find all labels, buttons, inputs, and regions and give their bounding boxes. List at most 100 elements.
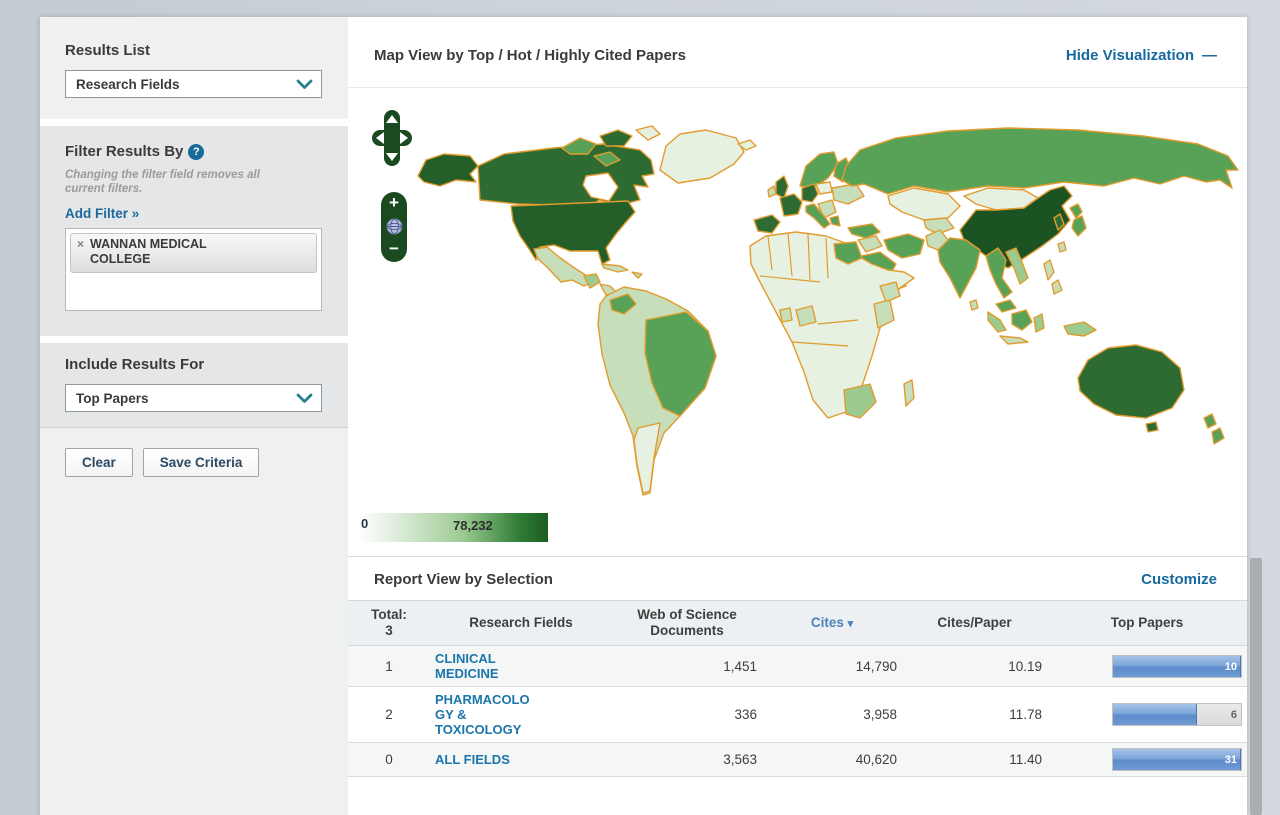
- country-kazakhstan[interactable]: [888, 188, 960, 220]
- remove-filter-icon[interactable]: ×: [77, 237, 84, 252]
- wos-docs-cell: 336: [612, 687, 762, 743]
- field-link[interactable]: PHARMACOLOGY & TOXICOLOGY: [435, 692, 535, 737]
- include-results-dropdown[interactable]: Top Papers: [65, 384, 322, 412]
- cites-cell: 3,958: [762, 687, 902, 743]
- country-alaska[interactable]: [418, 154, 478, 186]
- country-greenland[interactable]: [660, 130, 744, 183]
- east-africa[interactable]: [874, 300, 894, 328]
- hide-visualization-link[interactable]: Hide Visualization—: [1066, 47, 1217, 64]
- pan-up-icon[interactable]: [386, 115, 398, 123]
- country-new-zealand[interactable]: [1204, 414, 1224, 444]
- top-papers-value: 10: [1225, 660, 1237, 675]
- top-papers-value: 31: [1225, 753, 1237, 768]
- include-results-title: Include Results For: [65, 356, 322, 373]
- results-list-title: Results List: [65, 42, 322, 59]
- zoom-in-button[interactable]: +: [389, 194, 399, 212]
- clear-button[interactable]: Clear: [65, 448, 133, 477]
- actions-section: Clear Save Criteria: [40, 428, 348, 815]
- report-header: Report View by Selection Customize: [348, 557, 1247, 600]
- customize-link[interactable]: Customize: [1141, 571, 1217, 588]
- country-uk[interactable]: [776, 176, 788, 198]
- column-top-papers[interactable]: Top Papers: [1047, 601, 1247, 646]
- country-germany[interactable]: [802, 184, 818, 202]
- filter-note: Changing the filter field removes all cu…: [65, 168, 295, 196]
- country-usa[interactable]: [511, 201, 635, 264]
- country-australia[interactable]: [1078, 345, 1184, 418]
- pan-right-icon[interactable]: [400, 132, 408, 144]
- results-list-section: Results List Research Fields: [40, 17, 348, 119]
- country-india[interactable]: [938, 238, 980, 298]
- southeast-asia[interactable]: [970, 242, 1096, 344]
- country-nigeria[interactable]: [796, 306, 816, 326]
- map-region: + − 0 78,232: [348, 88, 1247, 557]
- help-icon[interactable]: ?: [188, 144, 204, 160]
- cites-cell: 40,620: [762, 743, 902, 777]
- field-cell: CLINICAL MEDICINE: [430, 646, 612, 687]
- section-divider: [40, 336, 348, 343]
- sort-desc-icon: ▾: [848, 618, 854, 630]
- report-table: Total:3 Research Fields Web of Science D…: [348, 600, 1247, 777]
- map-pan-control[interactable]: [372, 110, 412, 166]
- top-papers-bar: 31: [1112, 748, 1242, 771]
- country-ireland[interactable]: [768, 186, 776, 197]
- map-legend: 0 78,232: [358, 513, 548, 542]
- save-criteria-button[interactable]: Save Criteria: [143, 448, 260, 477]
- wos-docs-cell: 1,451: [612, 646, 762, 687]
- top-papers-value: 6: [1231, 708, 1237, 723]
- total-header: Total:3: [348, 601, 430, 646]
- legend-min-value: 0: [361, 516, 368, 531]
- rank-cell: 2: [348, 687, 430, 743]
- vertical-scrollbar[interactable]: [1250, 558, 1262, 815]
- wos-docs-cell: 3,563: [612, 743, 762, 777]
- add-filter-link[interactable]: Add Filter »: [65, 206, 139, 221]
- column-research-fields[interactable]: Research Fields: [430, 601, 612, 646]
- map-title: Map View by Top / Hot / Highly Cited Pap…: [374, 47, 1066, 64]
- field-link[interactable]: CLINICAL MEDICINE: [435, 651, 535, 681]
- tasmania[interactable]: [1146, 422, 1158, 432]
- country-greece[interactable]: [830, 216, 840, 226]
- cites-per-paper-cell: 10.19: [902, 646, 1047, 687]
- field-link[interactable]: ALL FIELDS: [435, 752, 535, 767]
- globe-icon[interactable]: [386, 218, 403, 235]
- country-canada[interactable]: [478, 144, 654, 206]
- map-zoom-control[interactable]: + −: [381, 192, 407, 262]
- eastern-europe[interactable]: [816, 182, 864, 218]
- chevron-down-icon: [296, 393, 313, 404]
- column-cites[interactable]: Cites ▾: [762, 601, 902, 646]
- country-spain[interactable]: [754, 215, 780, 233]
- filter-chip[interactable]: × WANNAN MEDICAL COLLEGE: [70, 233, 317, 273]
- column-cites-per-paper[interactable]: Cites/Paper: [902, 601, 1047, 646]
- results-list-value: Research Fields: [76, 77, 296, 92]
- table-row: 2 PHARMACOLOGY & TOXICOLOGY 336 3,958 11…: [348, 687, 1247, 743]
- scandinavia[interactable]: [800, 152, 838, 188]
- legend-max-value: 78,232: [453, 518, 493, 533]
- country-south-africa[interactable]: [844, 384, 876, 418]
- cites-per-paper-cell: 11.40: [902, 743, 1047, 777]
- pan-down-icon[interactable]: [386, 153, 398, 161]
- world-map[interactable]: [348, 88, 1247, 557]
- pan-left-icon[interactable]: [376, 132, 384, 144]
- cites-cell: 14,790: [762, 646, 902, 687]
- column-wos-documents[interactable]: Web of Science Documents: [612, 601, 762, 646]
- filter-title: Filter Results By?: [65, 143, 322, 160]
- report-title: Report View by Selection: [374, 571, 1141, 588]
- country-japan[interactable]: [1070, 204, 1086, 236]
- include-results-value: Top Papers: [76, 391, 296, 406]
- country-russia[interactable]: [842, 128, 1238, 194]
- country-france[interactable]: [780, 194, 802, 216]
- country-iran[interactable]: [884, 234, 924, 258]
- country-argentina[interactable]: [634, 423, 660, 493]
- country-madagascar[interactable]: [904, 380, 914, 406]
- results-list-dropdown[interactable]: Research Fields: [65, 70, 322, 98]
- country-ghana[interactable]: [780, 308, 792, 322]
- table-row: 1 CLINICAL MEDICINE 1,451 14,790 10.19 1…: [348, 646, 1247, 687]
- rank-cell: 1: [348, 646, 430, 687]
- field-cell: PHARMACOLOGY & TOXICOLOGY: [430, 687, 612, 743]
- include-results-section: Include Results For Top Papers: [40, 343, 348, 428]
- app-panel: Results List Research Fields Filter Resu…: [40, 17, 1247, 815]
- top-papers-bar: 6: [1112, 703, 1242, 726]
- zoom-out-button[interactable]: −: [389, 240, 399, 258]
- active-filters-box: × WANNAN MEDICAL COLLEGE: [65, 228, 322, 311]
- map-header: Map View by Top / Hot / Highly Cited Pap…: [348, 17, 1247, 88]
- middle-east[interactable]: [858, 236, 882, 252]
